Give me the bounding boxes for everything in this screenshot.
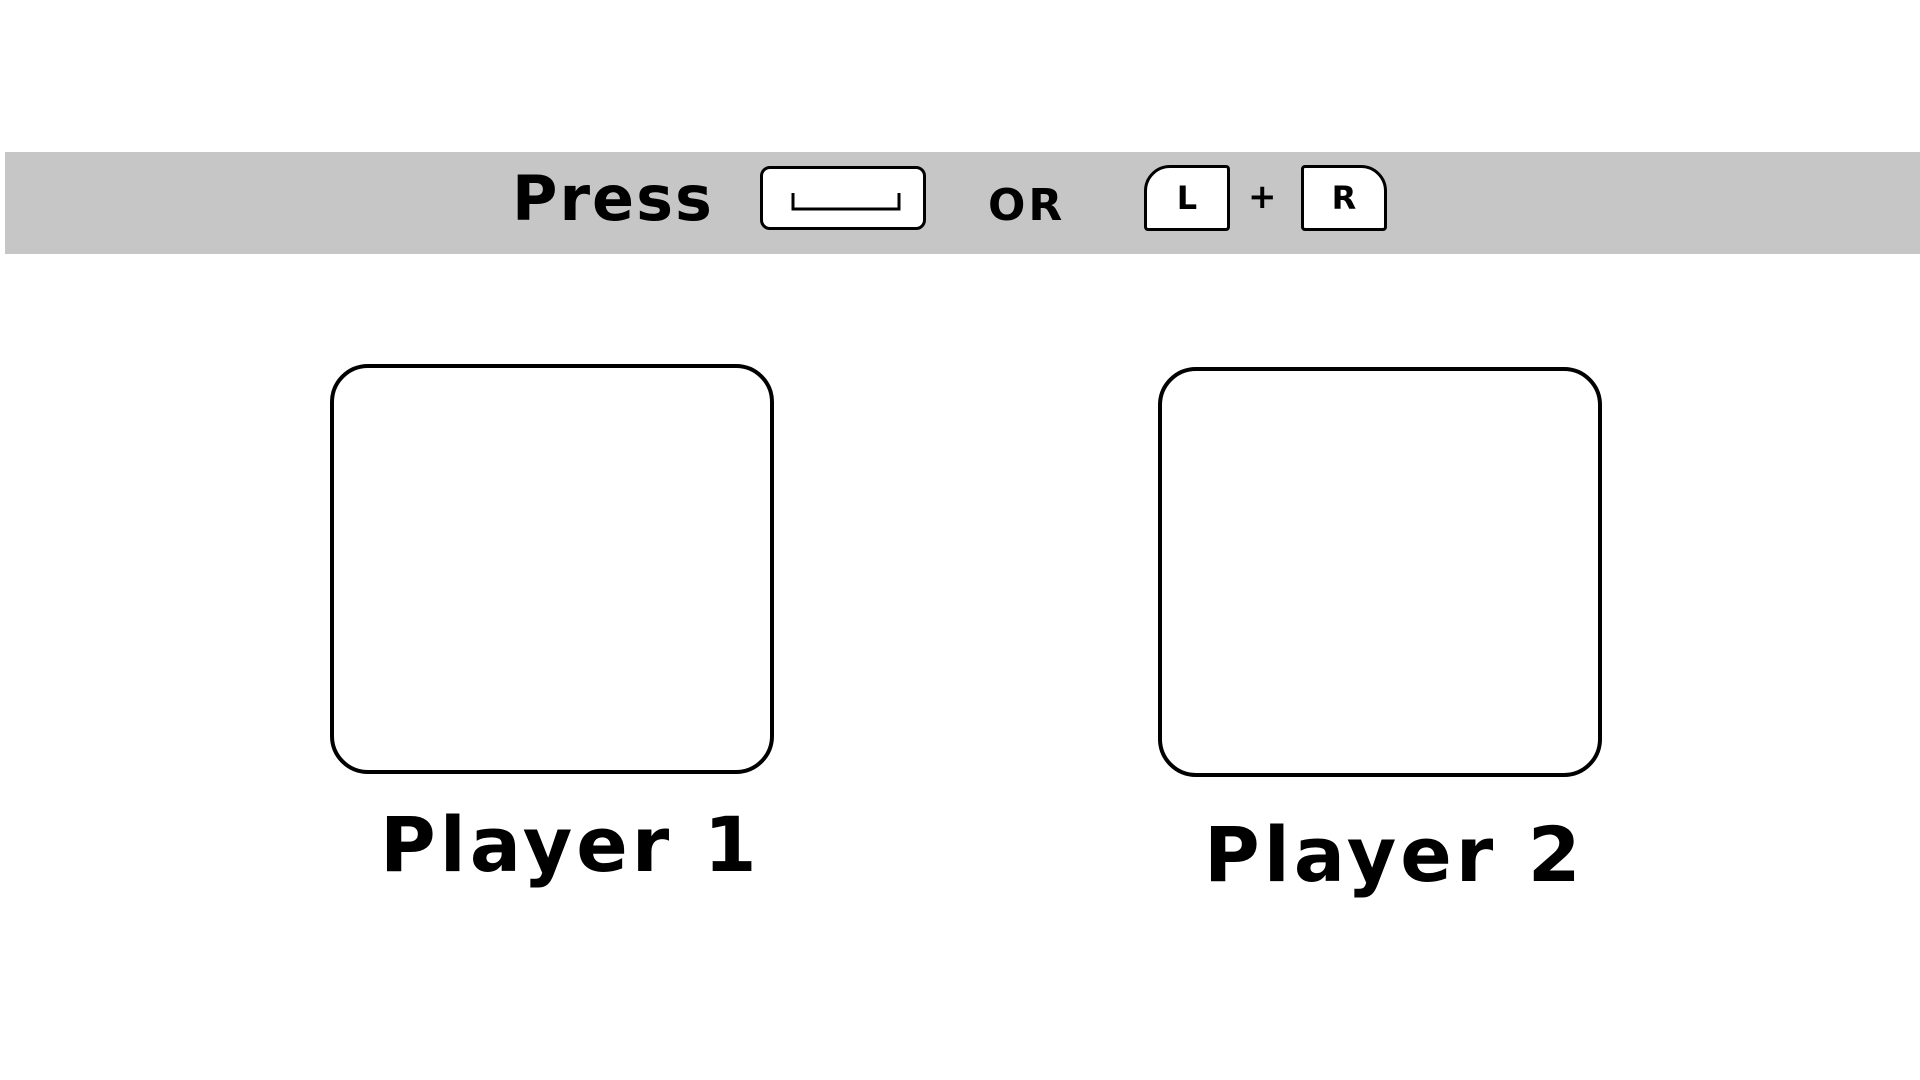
spacebar-icon [791,193,901,211]
left-shoulder-button-icon: L [1144,165,1230,231]
player-1-slot [330,364,774,774]
right-shoulder-label: R [1331,179,1357,217]
or-label: OR [988,180,1066,231]
player-2-label: Player 2 [1204,810,1585,899]
join-instruction-banner [5,152,1920,254]
plus-label: + [1248,177,1277,217]
left-shoulder-label: L [1176,179,1198,217]
press-label: Press [512,162,714,235]
spacebar-key [760,166,926,230]
player-2-slot [1158,367,1602,777]
right-shoulder-button-icon: R [1301,165,1387,231]
player-1-label: Player 1 [380,800,761,889]
